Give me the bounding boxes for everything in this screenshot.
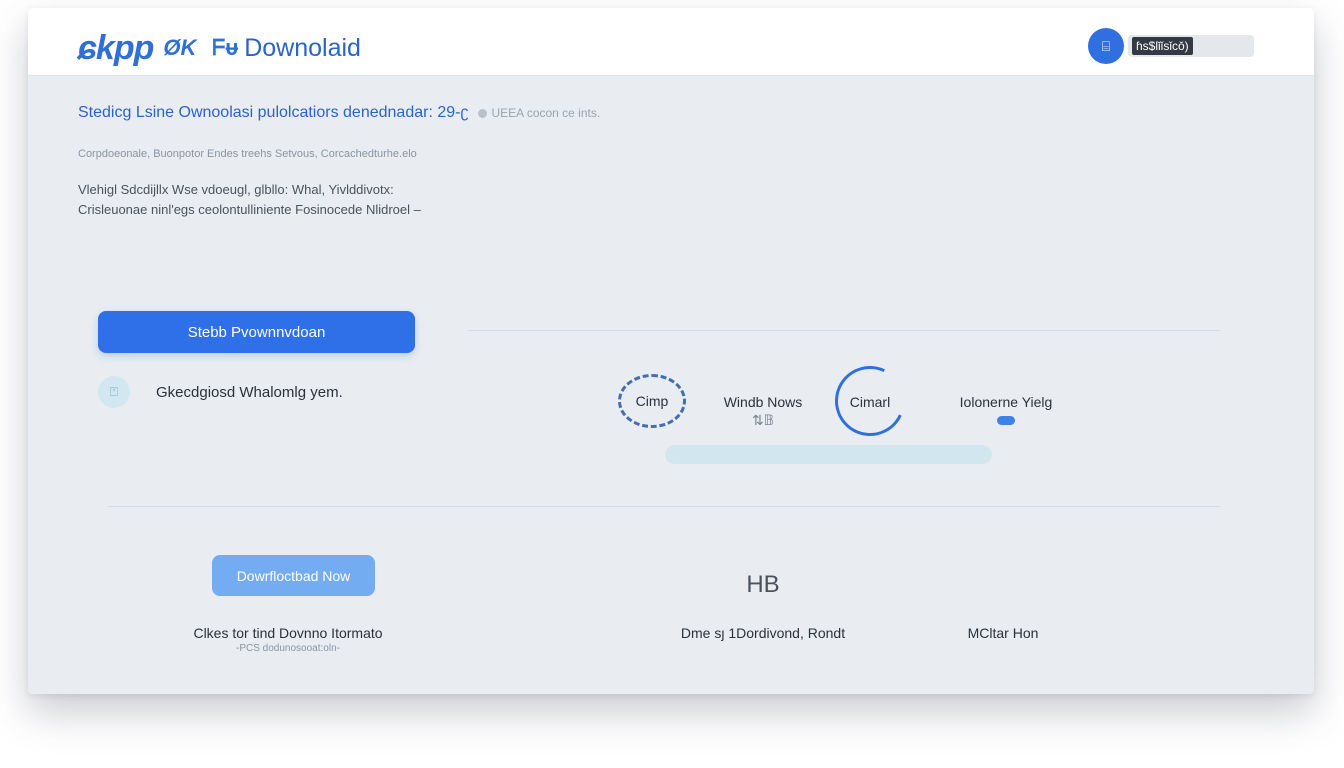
divider — [108, 506, 1220, 507]
breadcrumb: Corpdoeonale, Buonpotor Endes treehs Set… — [78, 148, 417, 160]
logo-sub: ØK — [163, 35, 197, 60]
download-caption: Clkes tor tind Dovnno Itormato -PCS dodu… — [168, 625, 408, 654]
step-4-label: Iolonerne Yielg — [959, 394, 1053, 410]
hint-text: Gkecdgiosd Whalomlg yem. — [156, 383, 343, 401]
step-2-label: Windb Nows — [723, 394, 803, 410]
app-window: ɕkpp ØK ᖴᵾ Downolaid ⌸ ɦs$lǐǐsǐcǒ) Stedi… — [28, 8, 1314, 694]
download-now-button[interactable]: Dowrfloctbad Now — [212, 555, 375, 596]
description: Vlehigl Sdcdijllx Wse vdoeugl, glbllo: W… — [78, 180, 421, 220]
heading-text: Stedicg Lsine Ownoolasi pulolcatiors den… — [78, 104, 469, 121]
meta-label-1: Dme sȷ 1Dordivond, Rondt — [680, 625, 846, 641]
logo-text: Downolaid — [244, 33, 361, 62]
size-unit: HB — [746, 571, 780, 598]
user-pill[interactable]: ɦs$lǐǐsǐcǒ) — [1128, 35, 1254, 57]
description-line-2: Crisleuonae ninl'egs ceolontulliniente F… — [78, 202, 421, 217]
step-1-indicator: Cimp — [618, 374, 686, 428]
caption-main: Clkes tor tind Dovnno Itormato — [193, 625, 383, 641]
start-download-button[interactable]: Stebb Pvownnvdoan — [98, 311, 415, 353]
top-bar: ɕkpp ØK ᖴᵾ Downolaid ⌸ ɦs$lǐǐsǐcǒ) — [28, 8, 1314, 76]
divider — [468, 330, 1220, 331]
info-icon: ⍞ — [98, 376, 130, 408]
logo-download-icon: ᖴᵾ — [212, 35, 239, 60]
user-label: ɦs$lǐǐsǐcǒ) — [1132, 37, 1193, 55]
status-dot-icon — [478, 108, 488, 118]
toggle-badge-icon — [997, 416, 1015, 425]
user-menu[interactable]: ⌸ ɦs$lǐǐsǐcǒ) — [1088, 28, 1254, 64]
hint-row: ⍞ Gkecdgiosd Whalomlg yem. — [98, 376, 343, 408]
logo[interactable]: ɕkpp ØK ᖴᵾ Downolaid — [78, 28, 361, 68]
logo-mark: ɕkpp — [78, 28, 154, 67]
progress-bar — [665, 445, 992, 464]
heading-note: UEEA cocon ce ints. — [491, 106, 601, 120]
transfer-icon: ⇅𝔹 — [752, 412, 774, 428]
page-heading: Stedicg Lsine Ownoolasi pulolcatiors den… — [78, 104, 600, 122]
step-2: Windb Nows ⇅𝔹 — [708, 394, 818, 429]
meta-label-2: MCltar Hon — [967, 625, 1039, 641]
caption-sub: -PCS dodunosooat:oln- — [236, 643, 340, 654]
step-1-label: Cimp — [635, 393, 669, 409]
step-3-label: Cimarl — [849, 394, 891, 410]
step-4: Iolonerne Yielg — [946, 394, 1066, 430]
description-line-1: Vlehigl Sdcdijllx Wse vdoeugl, glbllo: W… — [78, 182, 394, 197]
user-icon[interactable]: ⌸ — [1088, 28, 1124, 64]
